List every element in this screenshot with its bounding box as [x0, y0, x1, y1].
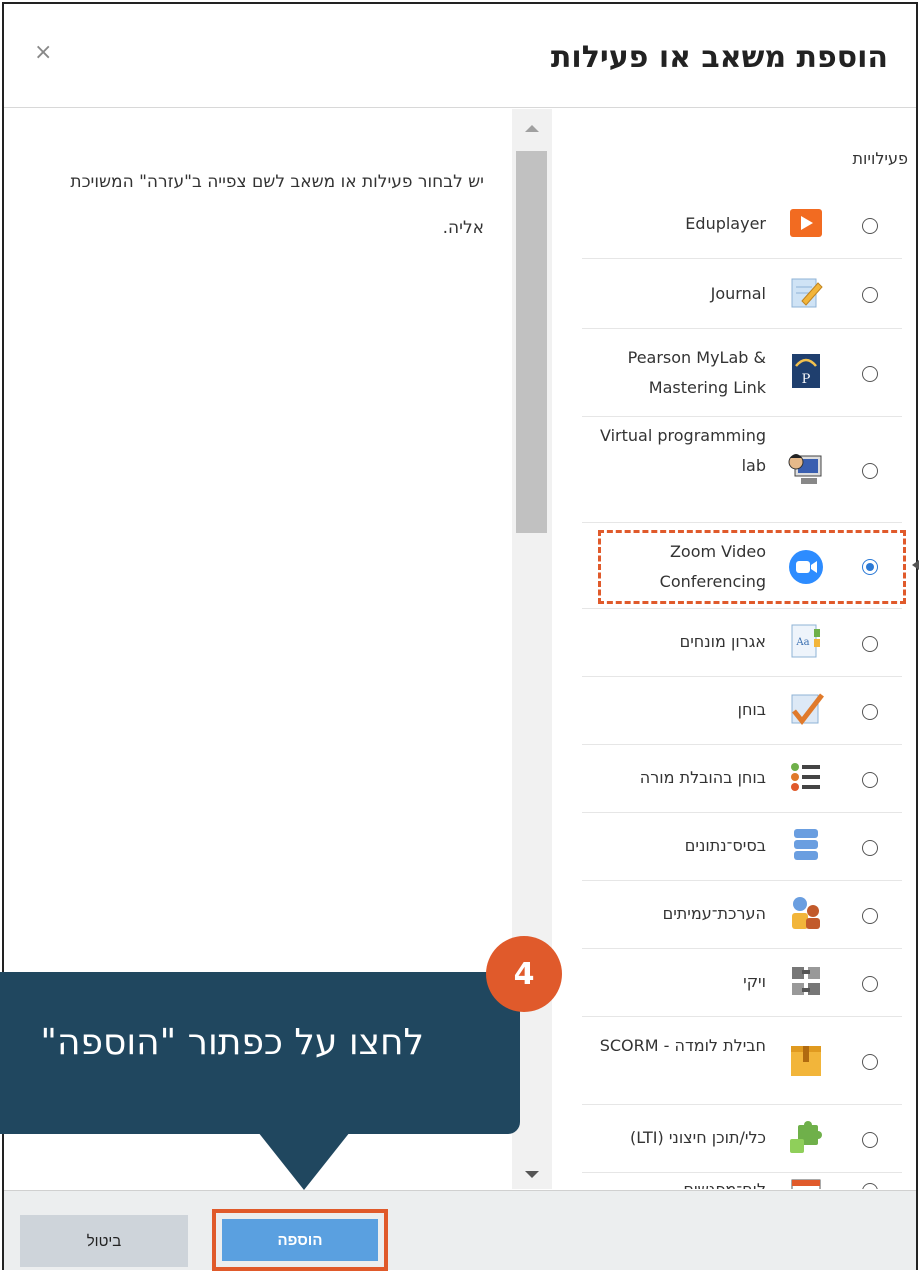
scorm-package-icon [786, 1041, 826, 1081]
callout-text: לחצו על כפתור "הוספה" [40, 1022, 424, 1063]
journal-pencil-icon [786, 273, 826, 313]
add-button[interactable]: הוספה [222, 1219, 378, 1261]
peer-review-people-icon [786, 893, 826, 933]
option-label: Pearson MyLab & Mastering Link [627, 348, 766, 397]
radio-quiz[interactable] [862, 704, 878, 720]
option-label: הערכת־עמיתים [662, 904, 766, 923]
pearson-p-icon: P [786, 351, 826, 391]
scroll-up-arrow-icon[interactable] [525, 125, 539, 132]
close-icon[interactable]: × [34, 40, 52, 65]
option-quiz[interactable]: בוחן [582, 677, 902, 745]
option-label: ויקי [743, 972, 766, 991]
option-label: Virtual programming lab [600, 426, 766, 475]
option-glossary[interactable]: Aa אגרון מונחים [582, 609, 902, 677]
callout-pointer-icon [258, 1132, 350, 1190]
pointer-arrow-icon [912, 560, 919, 570]
radio-scorm[interactable] [862, 1054, 878, 1070]
option-label: בסיס־נתונים [684, 836, 766, 855]
radio-pearson-mylab[interactable] [862, 366, 878, 382]
database-icon [786, 825, 826, 865]
option-eduplayer[interactable]: Eduplayer [582, 191, 902, 259]
help-text: יש לבחור פעילות או משאב לשם צפייה ב"עזרה… [70, 172, 484, 238]
option-label: אגרון מונחים [679, 632, 766, 651]
option-journal[interactable]: Journal [582, 259, 902, 329]
radio-journal[interactable] [862, 287, 878, 303]
dialog-footer: ביטול הוספה [4, 1190, 916, 1271]
radio-glossary[interactable] [862, 636, 878, 652]
option-virtual-programming-lab[interactable]: Virtual programming lab [582, 417, 902, 523]
quiz-checkmark-icon [786, 689, 826, 729]
radio-peer-review[interactable] [862, 908, 878, 924]
radio-database[interactable] [862, 840, 878, 856]
activities-heading: פעילויות [852, 149, 909, 168]
cancel-button[interactable]: ביטול [20, 1215, 188, 1267]
list-bullets-icon [786, 757, 826, 797]
lti-puzzle-icon [786, 1117, 826, 1157]
radio-teacher-led-quiz[interactable] [862, 772, 878, 788]
scroll-down-arrow-icon[interactable] [525, 1171, 539, 1178]
computer-lab-icon [786, 449, 826, 489]
option-pearson-mylab[interactable]: P Pearson MyLab & Mastering Link [582, 329, 902, 417]
option-scorm[interactable]: חבילת לומדה - SCORM [582, 1017, 902, 1105]
zoom-option-highlight [598, 530, 906, 604]
option-label: כלי/תוכן חיצוני (LTI) [630, 1128, 766, 1147]
option-scheduler[interactable]: 31 לוח־מפגשים [582, 1173, 902, 1189]
dialog-header: × הוספת משאב או פעילות [4, 4, 916, 108]
radio-scheduler[interactable] [862, 1183, 878, 1189]
option-label: חבילת לומדה - SCORM [599, 1036, 766, 1055]
option-peer-review[interactable]: הערכת־עמיתים [582, 881, 902, 949]
option-label: לוח־מפגשים [586, 1175, 766, 1189]
dialog-title: הוספת משאב או פעילות [550, 40, 888, 75]
option-lti[interactable]: כלי/תוכן חיצוני (LTI) [582, 1105, 902, 1173]
wiki-puzzle-icon [786, 961, 826, 1001]
option-label: בוחן [737, 700, 766, 719]
activity-options-list: פעילויות Eduplayer Journal P Pearson MyL… [552, 109, 916, 1189]
option-wiki[interactable]: ויקי [582, 949, 902, 1017]
svg-text:P: P [802, 372, 811, 387]
option-label: Eduplayer [685, 214, 766, 233]
step-number-badge: 4 [486, 936, 562, 1012]
radio-lti[interactable] [862, 1132, 878, 1148]
option-teacher-led-quiz[interactable]: בוחן בהובלת מורה [582, 745, 902, 813]
glossary-icon: Aa [786, 621, 826, 661]
eduplayer-play-icon [786, 203, 826, 243]
option-database[interactable]: בסיס־נתונים [582, 813, 902, 881]
add-button-highlight: הוספה [212, 1209, 388, 1271]
radio-eduplayer[interactable] [862, 218, 878, 234]
option-label: Journal [710, 284, 766, 303]
svg-text:Aa: Aa [795, 637, 809, 648]
radio-wiki[interactable] [862, 976, 878, 992]
calendar-31-icon: 31 [786, 1173, 826, 1189]
scroll-thumb[interactable] [516, 151, 547, 533]
tutorial-callout: לחצו על כפתור "הוספה" [0, 972, 520, 1134]
radio-virtual-programming-lab[interactable] [862, 463, 878, 479]
option-label: בוחן בהובלת מורה [639, 768, 766, 787]
